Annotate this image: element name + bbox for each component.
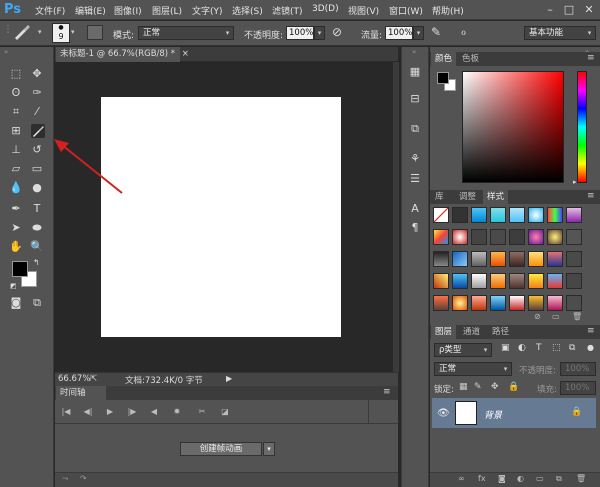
annotation-arrow xyxy=(54,139,123,194)
